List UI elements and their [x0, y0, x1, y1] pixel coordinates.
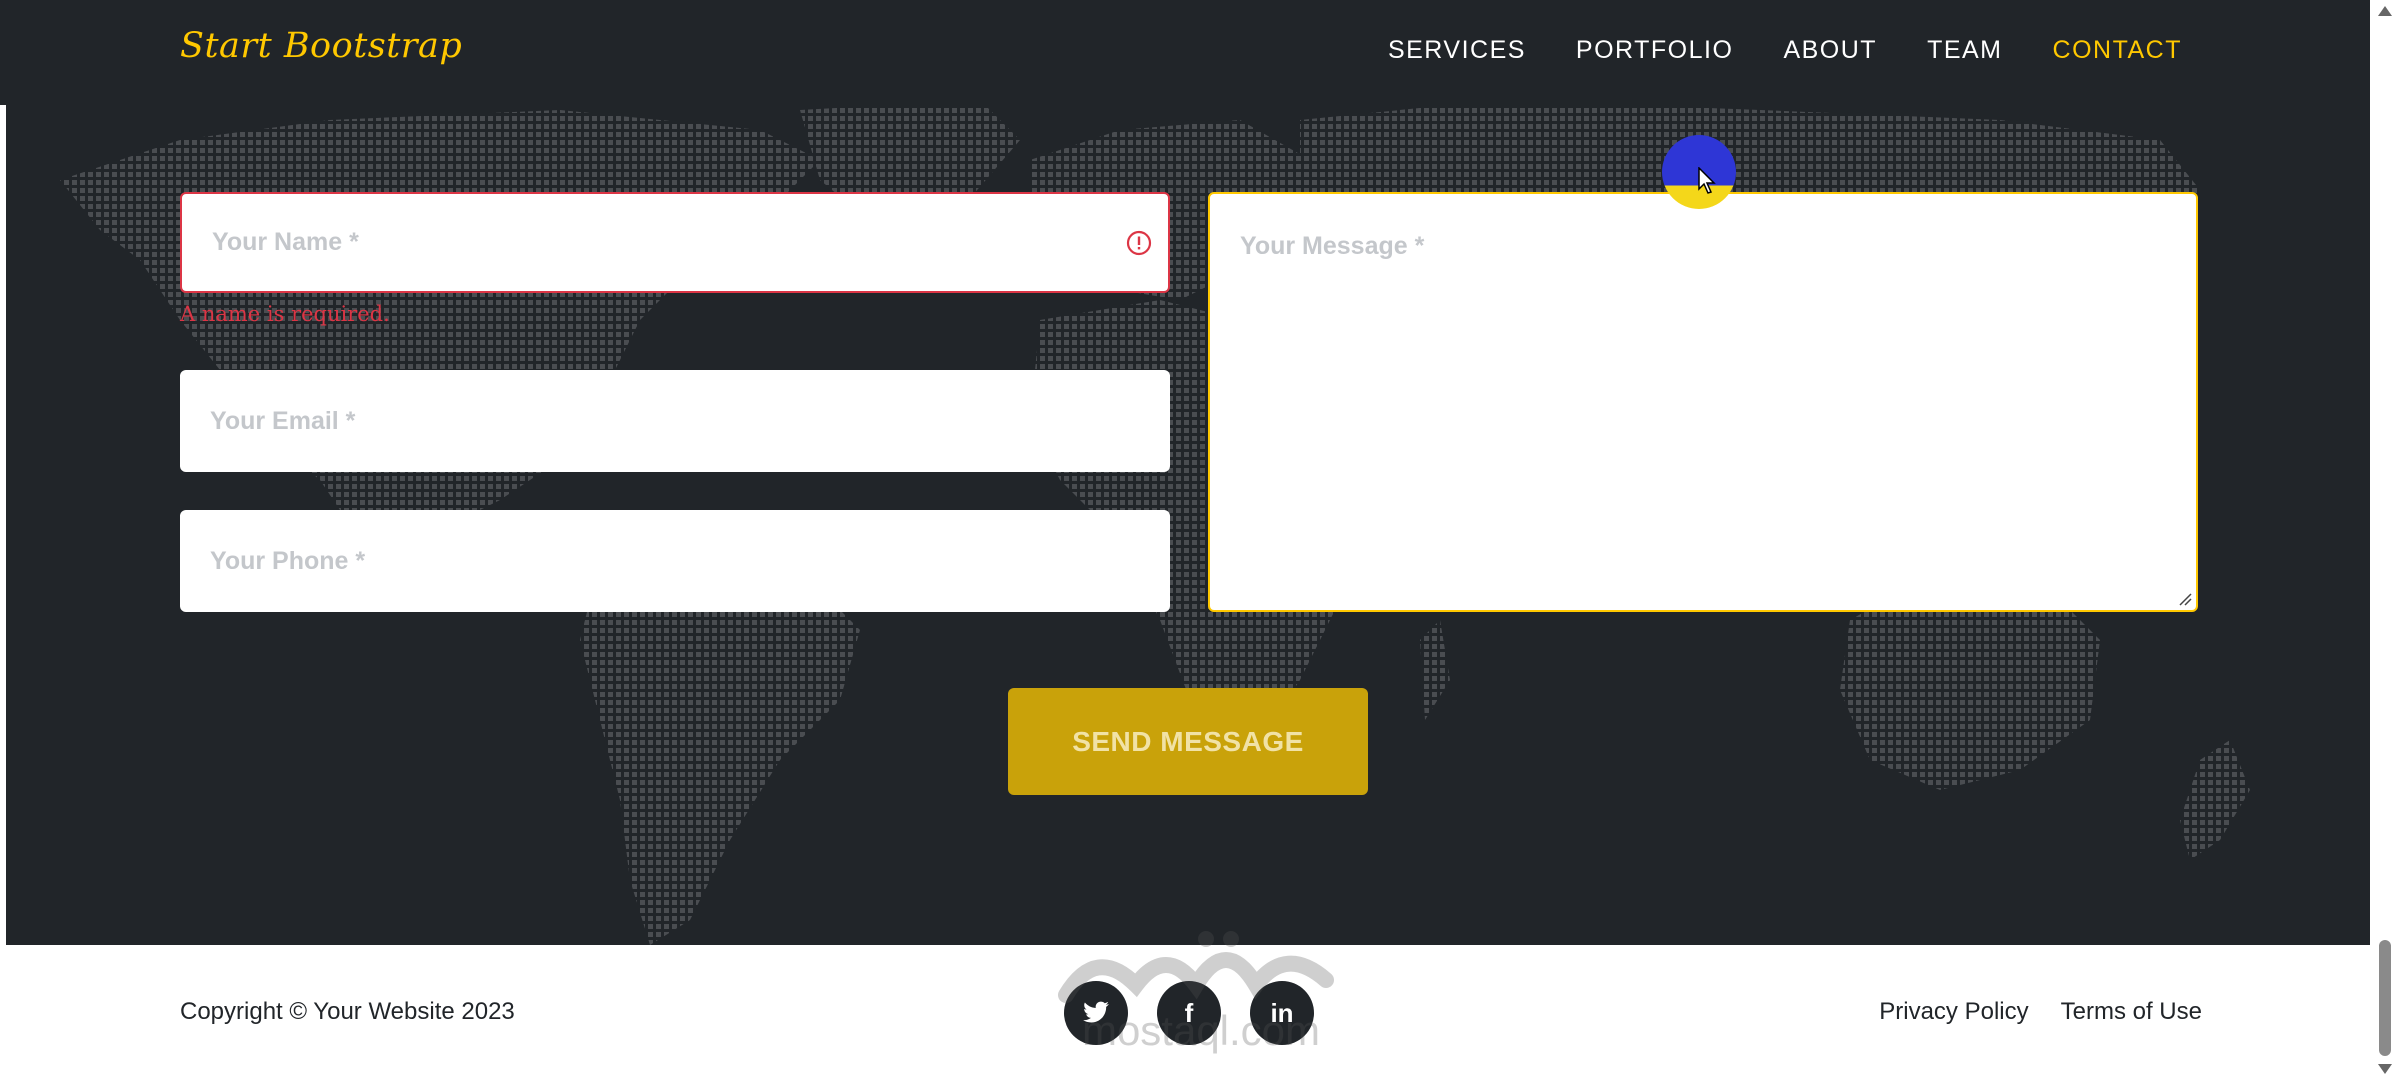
phone-input[interactable]	[180, 510, 1170, 612]
terms-of-use-link[interactable]: Terms of Use	[2061, 998, 2202, 1026]
footer-links: Privacy Policy Terms of Use	[1879, 998, 2202, 1026]
mouse-pointer-icon	[1698, 167, 1716, 194]
email-input[interactable]	[180, 370, 1170, 472]
name-field	[180, 192, 1170, 293]
privacy-policy-link[interactable]: Privacy Policy	[1879, 998, 2028, 1026]
error-icon	[1126, 230, 1152, 256]
phone-field	[180, 510, 1170, 612]
facebook-button[interactable]: f	[1157, 981, 1221, 1045]
scroll-up-arrow-icon[interactable]	[2376, 4, 2394, 18]
nav-link-services[interactable]: SERVICES	[1388, 36, 1526, 65]
nav-link-about[interactable]: ABOUT	[1783, 36, 1877, 65]
twitter-icon	[1083, 1001, 1109, 1023]
page: Start Bootstrap SERVICES PORTFOLIO ABOUT…	[0, 0, 2400, 1080]
copyright-text: Copyright © Your Website 2023	[180, 998, 515, 1025]
name-input[interactable]	[182, 194, 1168, 291]
facebook-icon: f	[1184, 997, 1194, 1028]
scrollbar[interactable]	[2370, 0, 2400, 1080]
linkedin-icon: in	[1270, 997, 1294, 1028]
linkedin-button[interactable]: in	[1250, 981, 1314, 1045]
footer: Copyright © Your Website 2023 f in Priva…	[6, 945, 2370, 1080]
resize-grip-icon[interactable]	[2178, 592, 2192, 606]
scroll-down-arrow-icon[interactable]	[2376, 1062, 2394, 1076]
message-textarea[interactable]	[1210, 194, 2196, 610]
nav-link-contact[interactable]: CONTACT	[2053, 36, 2182, 65]
brand-logo[interactable]: Start Bootstrap	[180, 26, 462, 66]
email-field	[180, 370, 1170, 472]
navbar: Start Bootstrap SERVICES PORTFOLIO ABOUT…	[0, 0, 2370, 105]
nav-link-portfolio[interactable]: PORTFOLIO	[1576, 36, 1734, 65]
name-error-message: A name is required.	[180, 302, 390, 326]
twitter-button[interactable]	[1064, 981, 1128, 1045]
nav-link-team[interactable]: TEAM	[1927, 36, 2002, 65]
nav-links: SERVICES PORTFOLIO ABOUT TEAM CONTACT	[1388, 36, 2182, 65]
scroll-thumb[interactable]	[2379, 940, 2391, 1056]
send-message-button[interactable]: SEND MESSAGE	[1008, 688, 1368, 795]
message-field	[1208, 192, 2198, 612]
